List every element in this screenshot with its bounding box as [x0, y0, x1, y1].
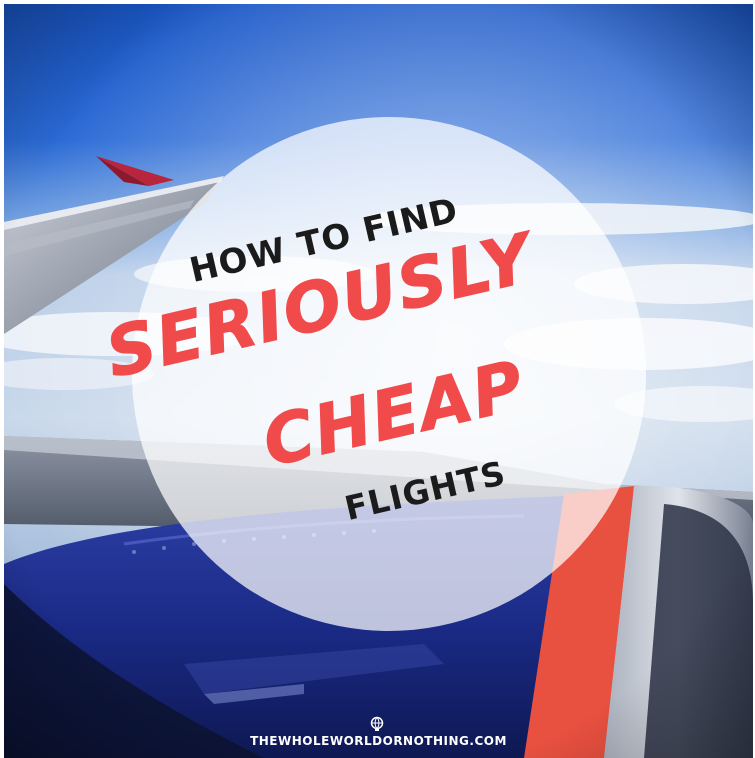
- text-backdrop-circle: [132, 117, 646, 631]
- airplane-window-photo: [4, 4, 753, 758]
- pin-image: HOW TO FIND SERIOUSLY CHEAP FLIGHTS THEW…: [4, 4, 753, 758]
